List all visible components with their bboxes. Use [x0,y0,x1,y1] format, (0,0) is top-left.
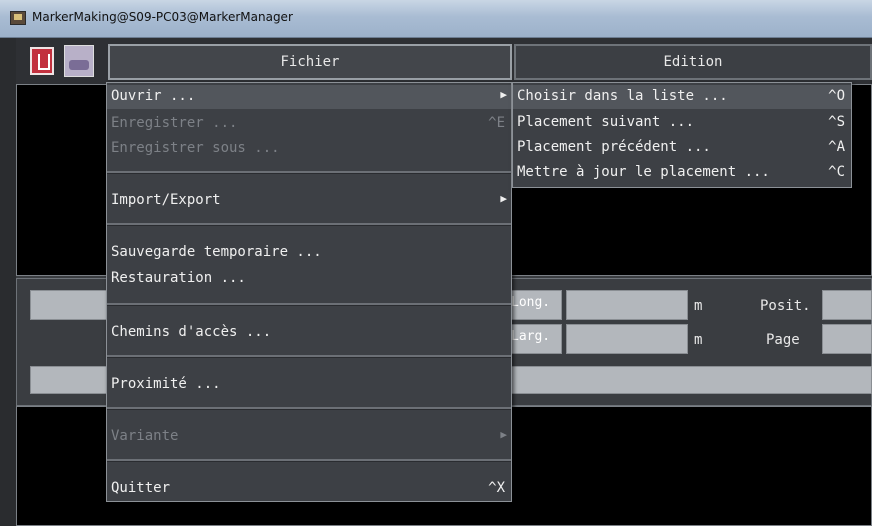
menu-item-shortcut: ^X [488,480,505,496]
app-icon [10,11,26,25]
menu-item-label: Import/Export [111,192,221,208]
submenu-arrow-icon: ▶ [500,192,507,205]
menu-item-label: Restauration ... [111,270,246,286]
menu-item-import-export[interactable]: Import/Export ▶ [107,189,511,213]
menu-item-sauvegarde[interactable]: Sauvegarde temporaire ... [107,241,511,265]
submenu-arrow-icon: ▶ [500,88,507,101]
left-edge [0,38,16,526]
menu-edition-label: Edition [663,54,723,70]
long-label-box: Long. [508,290,562,320]
menu-item-quitter[interactable]: Quitter ^X [107,477,511,501]
menu-item-label: Placement suivant ... [517,114,695,130]
menu-item-label: Quitter [111,480,171,496]
menu-separator [107,407,511,410]
menu-item-label: Mettre à jour le placement ... [517,164,770,180]
menu-separator [107,459,511,462]
menu-item-chemins[interactable]: Chemins d'accès ... [107,321,511,345]
fichier-dropdown: Ouvrir ... ▶ Enregistrer ... ^E Enregist… [106,82,512,502]
menu-item-label: Enregistrer ... [111,115,238,131]
long-unit: m [694,298,703,314]
menu-item-label: Placement précédent ... [517,139,711,155]
menu-separator [107,223,511,226]
info-field-left-2[interactable] [30,366,110,394]
menu-separator [107,303,511,306]
info-field-left-1[interactable] [30,290,110,320]
menu-item-enregistrer-sous[interactable]: Enregistrer sous ... [107,137,511,161]
menu-item-shortcut: ^S [828,114,845,130]
menu-separator [107,171,511,174]
menu-item-label: Ouvrir ... [111,88,196,104]
menu-item-label: Choisir dans la liste ... [517,88,728,104]
menu-item-shortcut: ^C [828,164,845,180]
larg-label-box: Larg. [508,324,562,354]
posit-field[interactable] [822,290,872,320]
page-field[interactable] [822,324,872,354]
menu-fichier[interactable]: Fichier [108,44,512,80]
long-label: Long. [511,295,551,310]
menu-separator [107,355,511,358]
menu-item-variante[interactable]: Variante ▶ [107,425,511,449]
red-document-icon[interactable] [30,47,54,75]
menu-item-restauration[interactable]: Restauration ... [107,267,511,291]
menu-item-shortcut: ^A [828,139,845,155]
submenu-item-mettre-a-jour[interactable]: Mettre à jour le placement ... ^C [513,161,851,185]
submenu-arrow-icon: ▶ [500,428,507,441]
menu-item-label: Sauvegarde temporaire ... [111,244,322,260]
menu-item-label: Proximité ... [111,376,221,392]
page-label: Page [766,332,800,348]
ouvrir-submenu: Choisir dans la liste ... ^O Placement s… [512,82,852,188]
submenu-item-choisir[interactable]: Choisir dans la liste ... ^O [513,85,851,109]
menu-item-label: Enregistrer sous ... [111,140,280,156]
menu-item-label: Chemins d'accès ... [111,324,272,340]
menu-item-shortcut: ^E [488,115,505,131]
larg-label: Larg. [511,329,551,344]
menu-item-enregistrer[interactable]: Enregistrer ... ^E [107,112,511,136]
submenu-item-precedent[interactable]: Placement précédent ... ^A [513,136,851,160]
larg-field[interactable] [566,324,688,354]
larg-unit: m [694,332,703,348]
window-title-bar[interactable]: MarkerMaking@S09-PC03@MarkerManager [0,0,872,38]
menu-fichier-label: Fichier [280,54,340,70]
menu-edition[interactable]: Edition [514,44,872,80]
long-field[interactable] [566,290,688,320]
menu-item-label: Variante [111,428,179,444]
window-title: MarkerMaking@S09-PC03@MarkerManager [32,10,293,24]
sink-icon[interactable] [64,45,94,77]
posit-label: Posit. [760,298,811,314]
menu-item-ouvrir[interactable]: Ouvrir ... ▶ [107,85,511,109]
submenu-item-suivant[interactable]: Placement suivant ... ^S [513,111,851,135]
info-field-wide[interactable] [508,366,872,394]
menu-item-shortcut: ^O [828,88,845,104]
menu-item-proximite[interactable]: Proximité ... [107,373,511,397]
